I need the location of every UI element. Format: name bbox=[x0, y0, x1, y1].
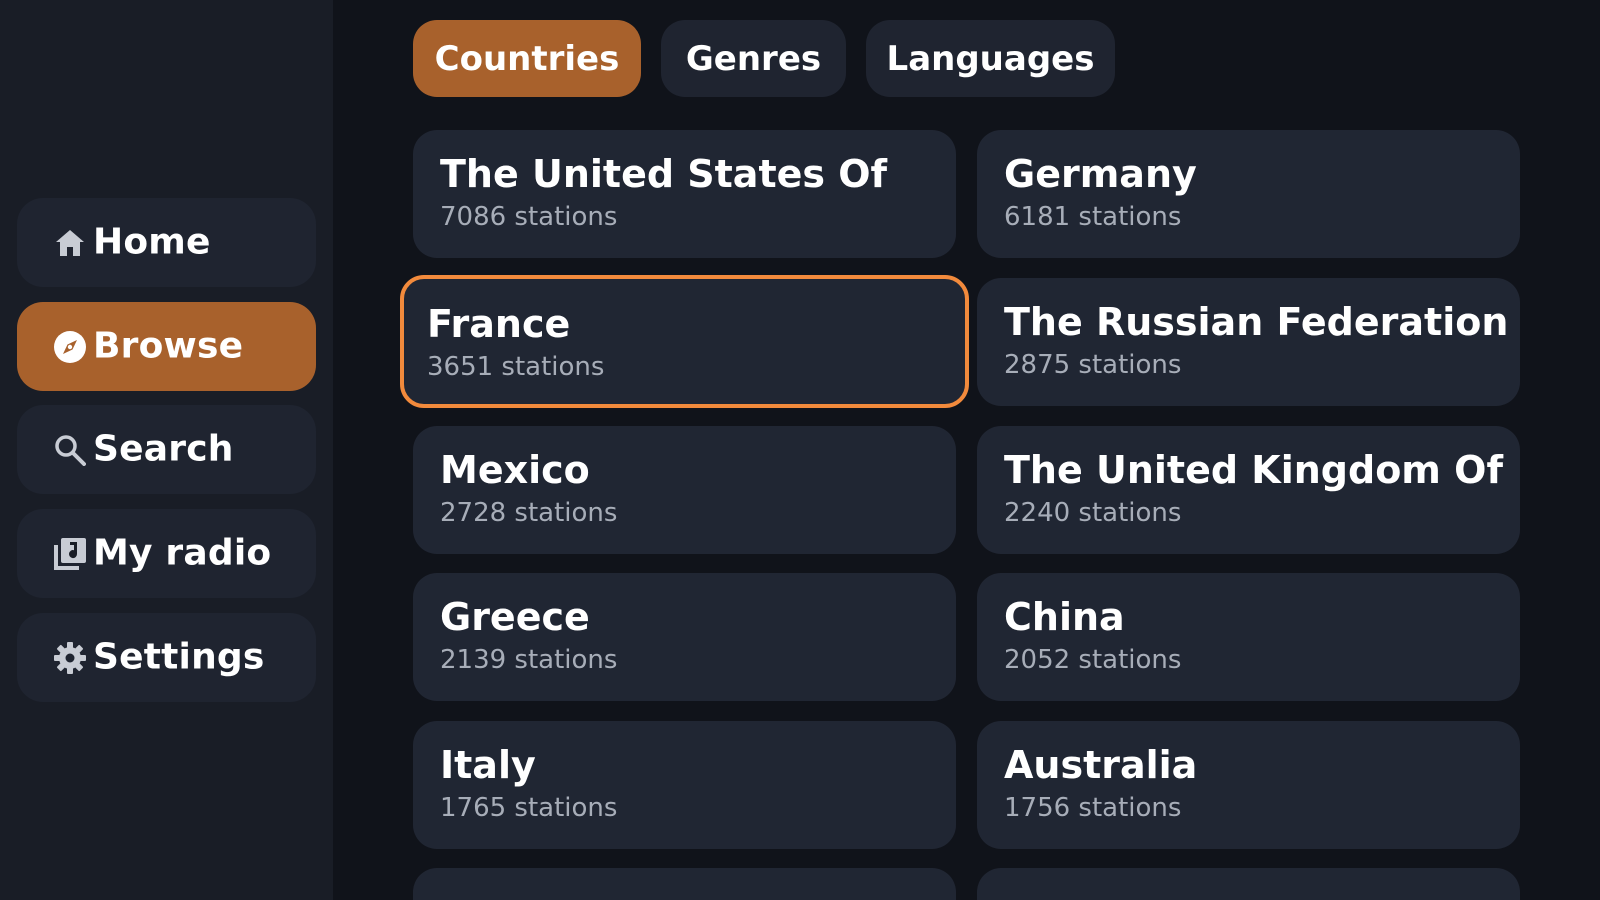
country-card-australia[interactable]: Australia 1756 stations bbox=[977, 721, 1520, 849]
country-card-partial[interactable] bbox=[413, 868, 956, 900]
station-count: 3651 stations bbox=[427, 352, 605, 382]
country-name: Germany bbox=[1004, 152, 1197, 196]
app-window: Home Browse Search My radio Settings Cou… bbox=[0, 0, 1600, 900]
country-name: Australia bbox=[1004, 743, 1198, 787]
search-icon bbox=[53, 433, 87, 467]
country-card-greece[interactable]: Greece 2139 stations bbox=[413, 573, 956, 701]
sidebar-item-my-radio[interactable]: My radio bbox=[17, 509, 316, 598]
sidebar-item-label: Settings bbox=[93, 636, 265, 678]
country-card-united-kingdom[interactable]: The United Kingdom Of 2240 stations bbox=[977, 426, 1520, 554]
sidebar-item-search[interactable]: Search bbox=[17, 405, 316, 494]
station-count: 2728 stations bbox=[440, 498, 618, 528]
country-name: The Russian Federation bbox=[1004, 300, 1509, 344]
country-name: China bbox=[1004, 595, 1125, 639]
station-count: 2240 stations bbox=[1004, 498, 1182, 528]
station-count: 2052 stations bbox=[1004, 645, 1182, 675]
home-icon bbox=[53, 226, 87, 260]
station-count: 6181 stations bbox=[1004, 202, 1182, 232]
country-card-france[interactable]: France 3651 stations bbox=[400, 275, 969, 408]
country-name: France bbox=[427, 302, 571, 346]
sidebar-item-label: My radio bbox=[93, 532, 272, 574]
tab-countries[interactable]: Countries bbox=[413, 20, 641, 97]
country-card-partial[interactable] bbox=[977, 868, 1520, 900]
country-card-china[interactable]: China 2052 stations bbox=[977, 573, 1520, 701]
gear-icon bbox=[53, 641, 87, 675]
library-icon bbox=[53, 537, 87, 571]
country-card-italy[interactable]: Italy 1765 stations bbox=[413, 721, 956, 849]
sidebar-item-home[interactable]: Home bbox=[17, 198, 316, 287]
country-name: Mexico bbox=[440, 448, 590, 492]
station-count: 2875 stations bbox=[1004, 350, 1182, 380]
country-name: The United States Of bbox=[440, 152, 888, 196]
country-card-united-states[interactable]: The United States Of 7086 stations bbox=[413, 130, 956, 258]
station-count: 1765 stations bbox=[440, 793, 618, 823]
station-count: 2139 stations bbox=[440, 645, 618, 675]
country-name: The United Kingdom Of bbox=[1004, 448, 1503, 492]
station-count: 7086 stations bbox=[440, 202, 618, 232]
tab-genres[interactable]: Genres bbox=[661, 20, 846, 97]
country-card-germany[interactable]: Germany 6181 stations bbox=[977, 130, 1520, 258]
country-name: Greece bbox=[440, 595, 590, 639]
country-card-russian-federation[interactable]: The Russian Federation 2875 stations bbox=[977, 278, 1520, 406]
sidebar: Home Browse Search My radio Settings bbox=[0, 0, 333, 900]
country-card-mexico[interactable]: Mexico 2728 stations bbox=[413, 426, 956, 554]
compass-icon bbox=[53, 330, 87, 364]
tab-languages[interactable]: Languages bbox=[866, 20, 1115, 97]
sidebar-item-browse[interactable]: Browse bbox=[17, 302, 316, 391]
sidebar-item-label: Search bbox=[93, 428, 234, 470]
sidebar-item-label: Browse bbox=[93, 325, 244, 367]
country-name: Italy bbox=[440, 743, 536, 787]
station-count: 1756 stations bbox=[1004, 793, 1182, 823]
sidebar-item-label: Home bbox=[93, 221, 211, 263]
sidebar-item-settings[interactable]: Settings bbox=[17, 613, 316, 702]
